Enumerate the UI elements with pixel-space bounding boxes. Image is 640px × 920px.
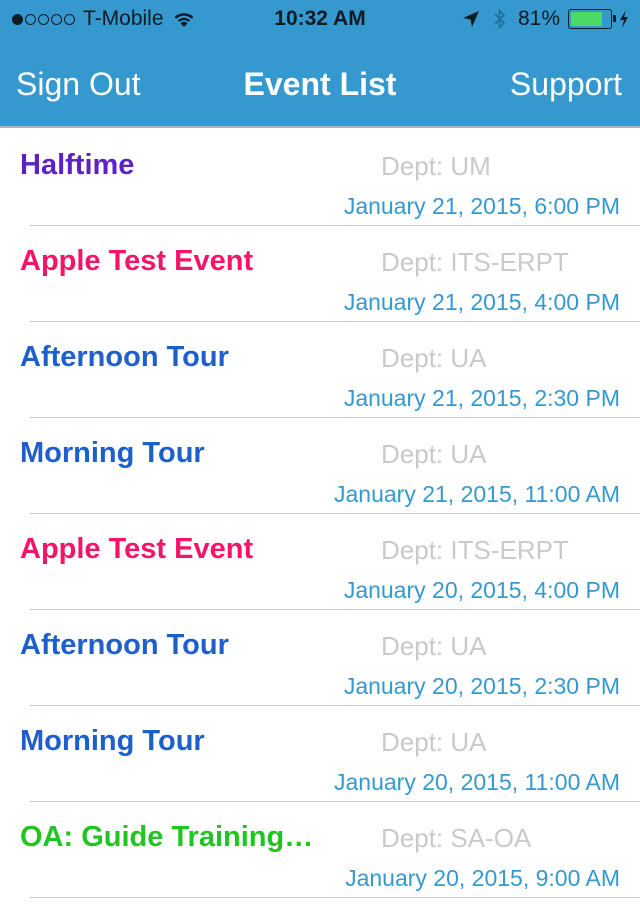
event-date: January 21, 2015, 11:00 AM (334, 481, 620, 507)
event-list: Halftime Dept: UM January 21, 2015, 6:00… (0, 130, 640, 898)
event-row[interactable]: Apple Test Event Dept: ITS-ERPT January … (0, 514, 640, 610)
event-name: Morning Tour (20, 725, 205, 757)
event-name: Apple Test Event (20, 245, 254, 277)
bluetooth-icon (494, 8, 506, 30)
battery-percent: 81% (517, 7, 560, 30)
event-row[interactable]: Afternoon Tour Dept: UA January 21, 2015… (0, 322, 640, 418)
signal-dot (64, 13, 75, 25)
row-separator (30, 897, 640, 898)
battery-icon (568, 9, 616, 29)
event-dept: Dept: UA (381, 439, 487, 469)
signal-strength-icon (12, 13, 77, 25)
event-name: Afternoon Tour (20, 629, 229, 661)
event-row[interactable]: Afternoon Tour Dept: UA January 20, 2015… (0, 610, 640, 706)
event-dept: Dept: UA (381, 631, 487, 661)
carrier-name: T-Mobile (83, 7, 164, 30)
event-row[interactable]: Morning Tour Dept: UA January 21, 2015, … (0, 418, 640, 514)
event-name: Afternoon Tour (20, 341, 229, 373)
event-dept: Dept: UA (381, 343, 487, 373)
signal-dot (51, 13, 62, 25)
event-name: Morning Tour (20, 437, 205, 469)
event-row[interactable]: Halftime Dept: UM January 21, 2015, 6:00… (0, 130, 640, 226)
sign-out-button[interactable]: Sign Out (16, 66, 141, 103)
event-row[interactable]: Apple Test Event Dept: ITS-ERPT January … (0, 226, 640, 322)
navigation-bar: Sign Out Event List Support (0, 40, 640, 128)
event-date: January 20, 2015, 9:00 AM (345, 865, 620, 891)
event-dept: Dept: ITS-ERPT (381, 247, 569, 277)
status-bar: T-Mobile 10:32 AM 81% (0, 0, 640, 40)
status-left: T-Mobile (12, 7, 196, 31)
event-date: January 20, 2015, 11:00 AM (334, 769, 620, 795)
event-date: January 21, 2015, 4:00 PM (343, 289, 620, 315)
wifi-icon (174, 13, 193, 27)
event-date: January 21, 2015, 6:00 PM (343, 193, 620, 219)
status-right: 81% (462, 7, 630, 31)
event-name: Apple Test Event (20, 533, 254, 565)
event-date: January 20, 2015, 2:30 PM (343, 673, 620, 699)
event-dept: Dept: UA (381, 727, 487, 757)
event-row[interactable]: OA: Guide Training… Dept: SA-OA January … (0, 802, 640, 898)
event-dept: Dept: UM (381, 151, 491, 181)
signal-dot (38, 13, 49, 25)
signal-dot (12, 13, 23, 25)
support-button[interactable]: Support (510, 66, 622, 103)
top-bar: T-Mobile 10:32 AM 81% Sign Out Event Lis… (0, 0, 640, 128)
event-row[interactable]: Morning Tour Dept: UA January 20, 2015, … (0, 706, 640, 802)
event-name: OA: Guide Training… (20, 821, 314, 853)
event-dept: Dept: ITS-ERPT (381, 535, 569, 565)
event-date: January 20, 2015, 4:00 PM (343, 577, 620, 603)
signal-dot (25, 13, 36, 25)
battery-fill (571, 12, 602, 26)
event-date: January 21, 2015, 2:30 PM (343, 385, 620, 411)
charging-bolt-icon (620, 10, 628, 28)
event-dept: Dept: SA-OA (381, 823, 532, 853)
location-arrow-icon (462, 11, 479, 27)
event-name: Halftime (20, 149, 135, 181)
